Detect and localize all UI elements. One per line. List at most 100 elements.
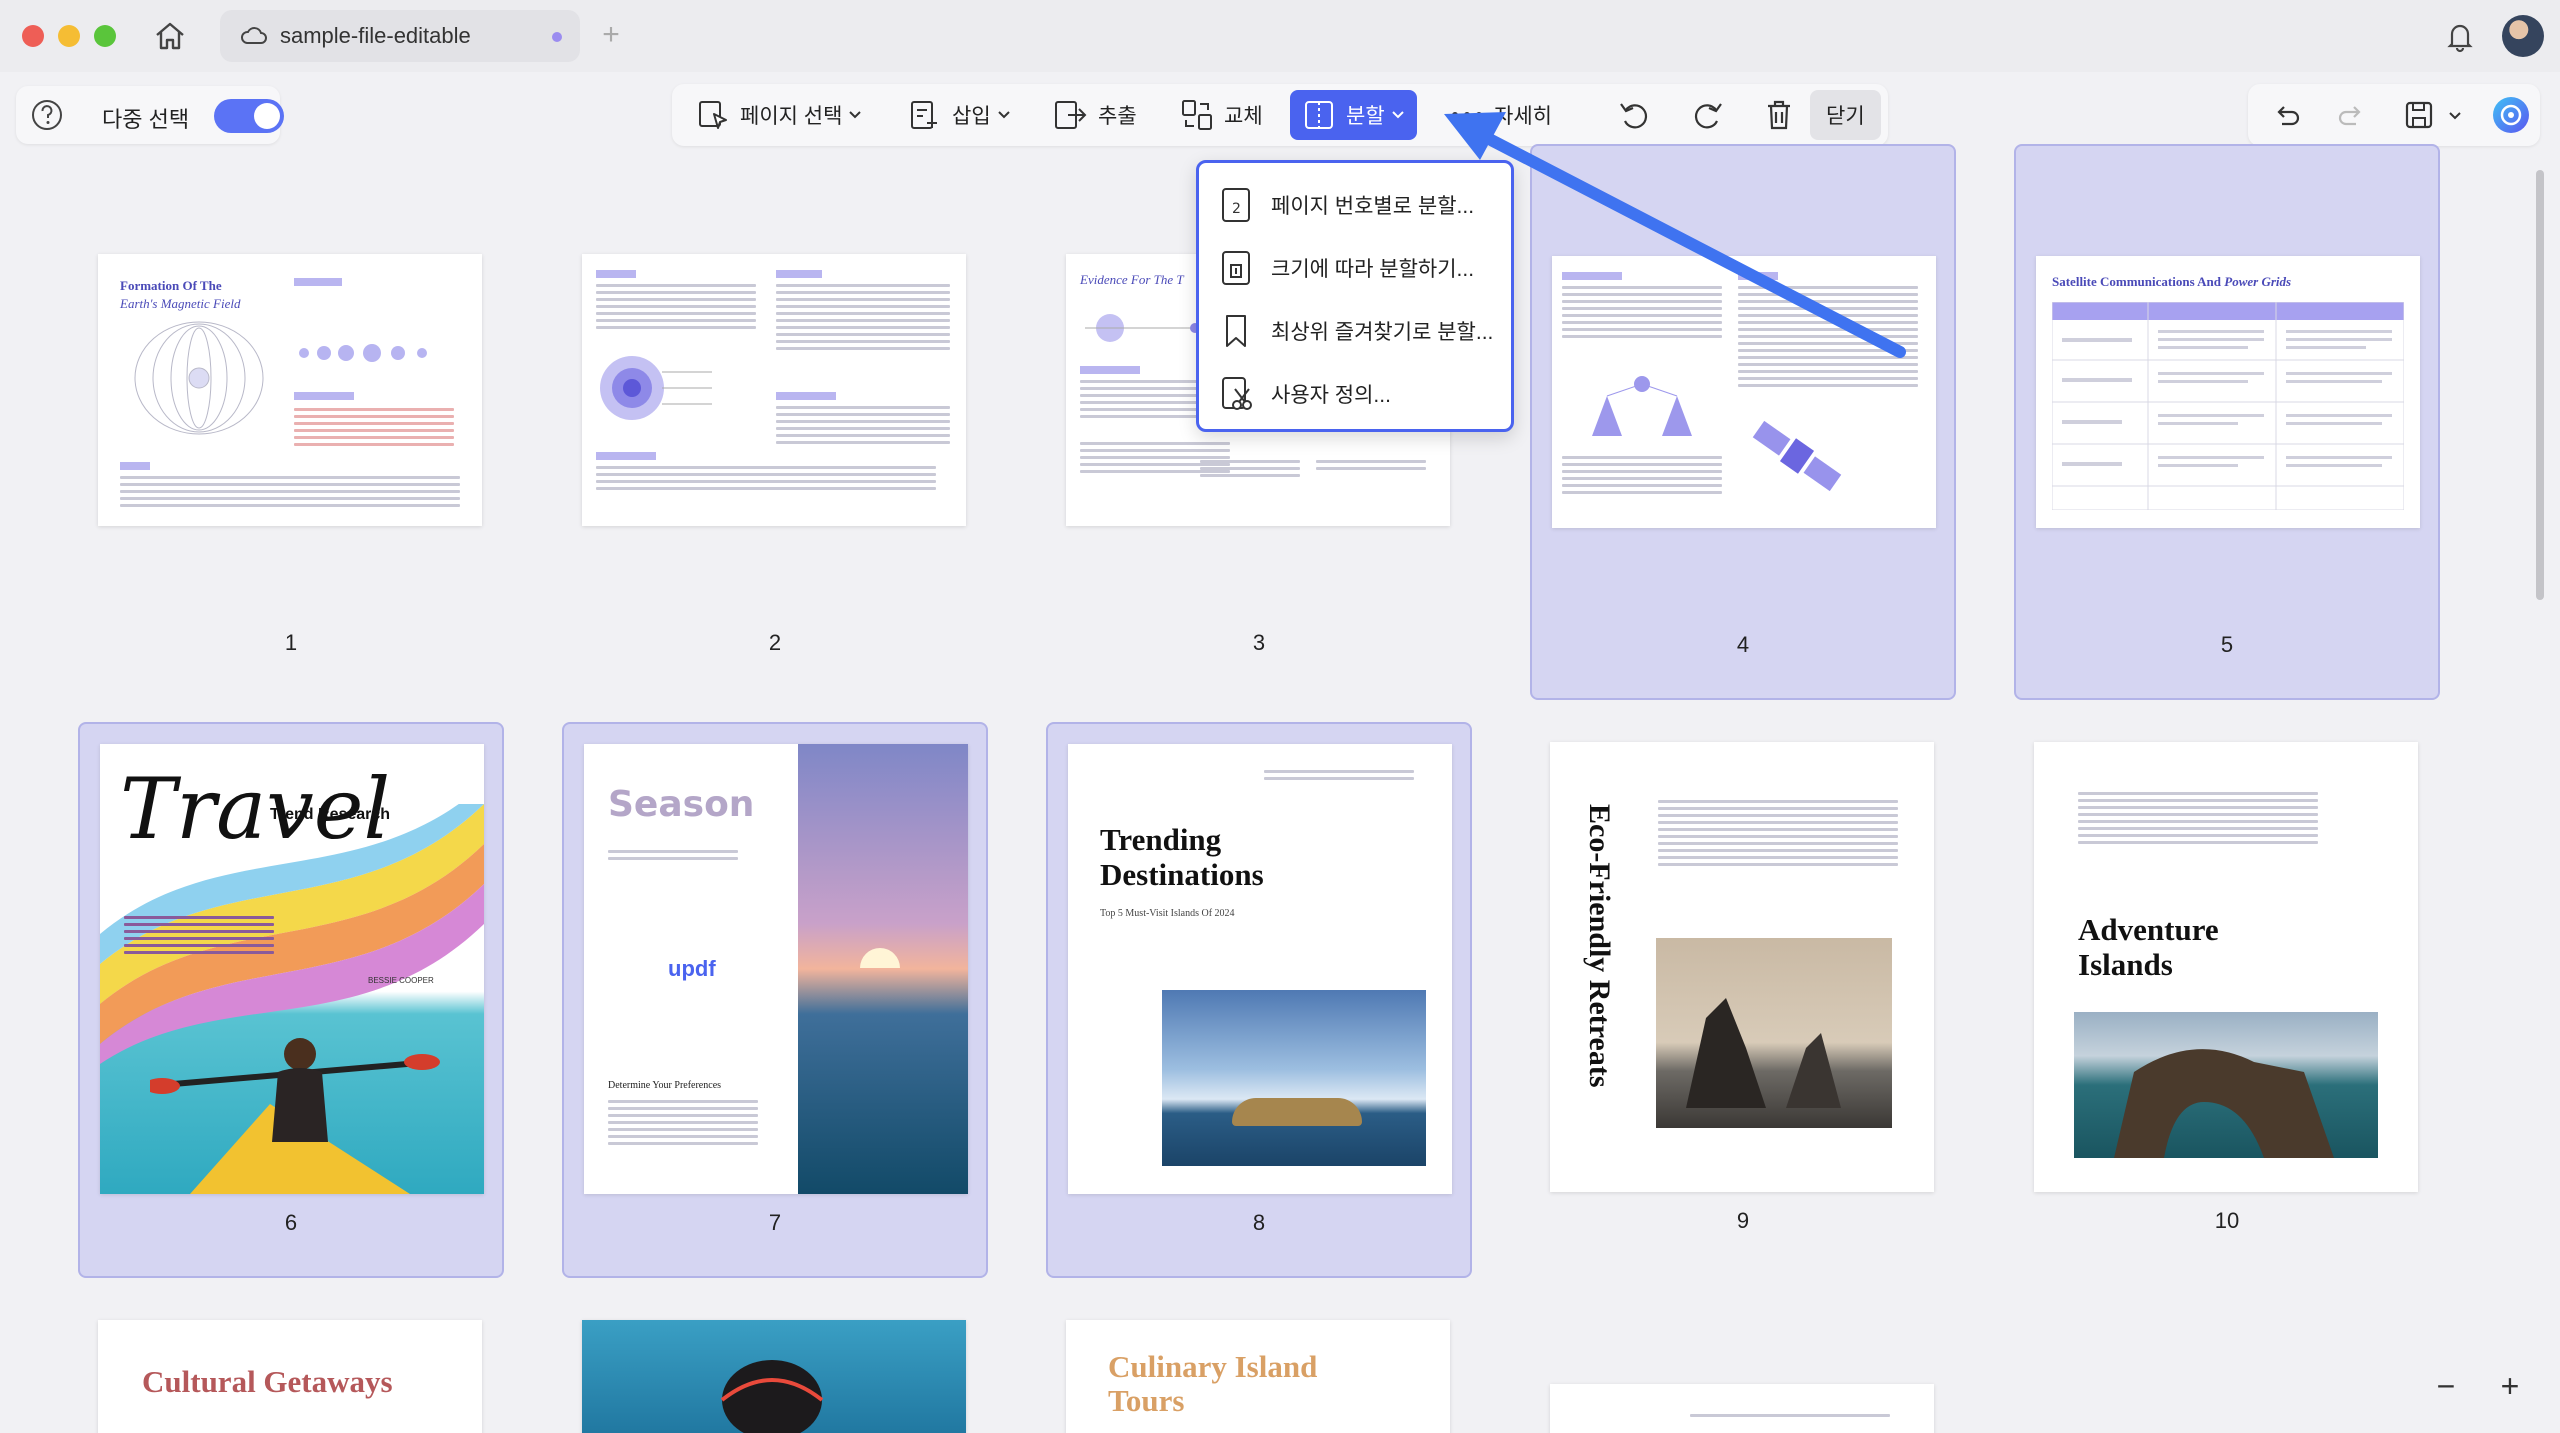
page-card-12[interactable] — [562, 1300, 988, 1433]
thumb-subtitle: Top 5 Must-Visit Islands Of 2024 — [1100, 908, 1235, 919]
vertical-scrollbar[interactable] — [2536, 170, 2544, 600]
home-icon — [156, 22, 184, 50]
split-button[interactable]: 분할 — [1290, 90, 1417, 140]
redo-icon[interactable] — [2332, 96, 2370, 134]
insert-label: 삽입 — [952, 105, 991, 128]
document-tab[interactable]: sample-file-editable — [220, 10, 580, 62]
scissors-icon — [1222, 376, 1252, 410]
page-number: 6 — [284, 1210, 298, 1235]
magnetic-field-illustration — [134, 321, 264, 435]
chevron-down-icon — [1391, 111, 1404, 119]
split-custom-item[interactable]: 사용자 정의... — [1199, 362, 1511, 425]
split-dropdown-menu: 2 페이지 번호별로 분할... 크기에 따라 분할하기... 최상위 즐겨찾기… — [1196, 160, 1514, 432]
save-icon[interactable] — [2400, 96, 2438, 134]
extract-icon — [1055, 101, 1087, 129]
zoom-in-button[interactable]: + — [2490, 1366, 2530, 1406]
thumb-title: Trending Destinations — [1100, 822, 1264, 892]
page-thumbnail — [582, 254, 966, 526]
close-window-button[interactable] — [22, 25, 44, 47]
extract-label: 추출 — [1098, 105, 1137, 128]
svg-text:2: 2 — [1232, 201, 1241, 217]
page-number: 10 — [2214, 1208, 2240, 1233]
home-button[interactable] — [150, 18, 190, 54]
page-select-button[interactable]: 페이지 선택 — [696, 90, 862, 140]
kayak-illustration — [150, 1038, 440, 1194]
menu-item-label: 최상위 즐겨찾기로 분할... — [1271, 320, 1494, 344]
replace-icon — [1182, 100, 1212, 130]
insert-button[interactable]: 삽입 — [908, 90, 1011, 140]
page-card-14[interactable] — [1530, 1360, 1956, 1433]
rotate-right-icon[interactable] — [1688, 96, 1726, 134]
document-tab-title: sample-file-editable — [280, 23, 471, 48]
multi-select-toggle[interactable] — [214, 99, 284, 133]
page-toolbar: 페이지 선택 삽입 추출 교체 분할 자세히 닫기 — [672, 84, 1888, 146]
satellite-illustration — [1752, 420, 1842, 492]
antenna-illustration — [1592, 376, 1692, 436]
maximize-window-button[interactable] — [94, 25, 116, 47]
page-thumbnail: Eco-Friendly Retreats — [1550, 742, 1934, 1192]
page-card-4[interactable]: 4 — [1530, 144, 1956, 700]
menu-item-label: 크기에 따라 분할하기... — [1271, 257, 1475, 281]
file-size-icon — [1222, 250, 1250, 285]
extract-button[interactable]: 추출 — [1052, 90, 1137, 140]
split-icon — [1305, 101, 1333, 129]
rock-arch-photo — [2074, 1012, 2378, 1158]
left-tool-panel: 다중 선택 — [16, 86, 284, 144]
page-number: 3 — [1252, 630, 1266, 655]
ai-assistant-icon[interactable] — [2490, 94, 2532, 136]
page-card-5[interactable]: Satellite Communications And Power Grids… — [2014, 144, 2440, 700]
undo-icon[interactable] — [2268, 96, 2306, 134]
rotate-left-icon[interactable] — [1616, 96, 1654, 134]
replace-button[interactable]: 교체 — [1180, 90, 1263, 140]
thumb-title: Evidence For The T — [1080, 272, 1184, 287]
trash-icon[interactable] — [1760, 96, 1798, 134]
page-card-1[interactable]: Formation Of The Earth's Magnetic Field … — [78, 144, 504, 700]
thumb-title: Cultural Getaways — [142, 1364, 393, 1399]
more-icon — [1452, 112, 1482, 118]
thumb-heading: Determine Your Preferences — [608, 1080, 722, 1091]
sunset-photo — [798, 744, 968, 1194]
page-select-label: 페이지 선택 — [740, 105, 843, 128]
help-icon[interactable] — [28, 96, 66, 134]
split-by-size-item[interactable]: 크기에 따라 분할하기... — [1199, 236, 1511, 299]
page-card-8[interactable]: Trending Destinations Top 5 Must-Visit I… — [1046, 722, 1472, 1278]
page-card-7[interactable]: Season updf Determine Your Preferences 7 — [562, 722, 988, 1278]
close-toolbar-button[interactable]: 닫기 — [1810, 90, 1881, 140]
split-by-page-number-item[interactable]: 2 페이지 번호별로 분할... — [1199, 173, 1511, 236]
page-select-icon — [699, 101, 727, 129]
bell-icon[interactable] — [2442, 18, 2478, 54]
comparison-table — [2052, 302, 2404, 510]
zoom-out-button[interactable]: − — [2426, 1366, 2466, 1406]
page-card-6[interactable]: Travel Trend Research BESSIE COOPER 6 — [78, 722, 504, 1278]
page-thumbnail: Cultural Getaways — [98, 1320, 482, 1433]
thumb-title: Culinary Island Tours — [1108, 1349, 1318, 1418]
chevron-down-icon[interactable] — [2448, 111, 2462, 121]
page-thumbnail — [582, 1320, 966, 1433]
page-card-9[interactable]: Eco-Friendly Retreats 9 — [1530, 722, 1956, 1278]
thumb-title: Formation Of The — [120, 278, 222, 293]
minimize-window-button[interactable] — [58, 25, 80, 47]
sea-stack-photo — [1656, 938, 1892, 1128]
thumb-subtitle: Trend Research — [270, 806, 391, 823]
page-card-11[interactable]: Cultural Getaways — [78, 1300, 504, 1433]
thumb-subtitle: Earth's Magnetic Field — [120, 296, 241, 311]
orbit-illustration — [1085, 314, 1205, 342]
page-card-13[interactable]: Culinary Island Tours — [1046, 1300, 1472, 1433]
page-number: 7 — [768, 1210, 782, 1235]
new-tab-button[interactable]: + — [596, 16, 626, 54]
page-card-2[interactable]: 2 — [562, 144, 988, 700]
page-number: 8 — [1252, 1210, 1266, 1235]
bookmark-icon — [1226, 314, 1246, 347]
page-number: 5 — [2220, 632, 2234, 657]
detail-button[interactable]: 자세히 — [1450, 90, 1552, 140]
page-thumbnail: Adventure Islands — [2034, 742, 2418, 1192]
insert-icon — [911, 101, 937, 129]
chevron-down-icon — [849, 111, 862, 119]
page-number: 2 — [768, 630, 782, 655]
split-by-bookmark-item[interactable]: 최상위 즐겨찾기로 분할... — [1199, 299, 1511, 362]
page-thumbnail: Culinary Island Tours — [1066, 1320, 1450, 1433]
chevron-down-icon — [997, 111, 1010, 119]
page-card-10[interactable]: Adventure Islands 10 — [2014, 722, 2440, 1278]
page-number-icon: 2 — [1222, 187, 1250, 222]
avatar[interactable] — [2502, 15, 2544, 57]
